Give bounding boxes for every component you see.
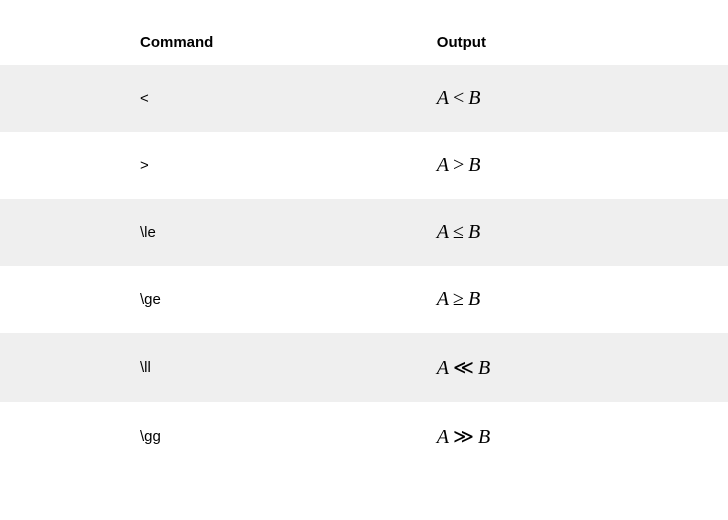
math-var-b: B [468, 288, 480, 310]
output-cell: A≪B [437, 333, 728, 402]
math-var-a: A [437, 87, 449, 109]
math-var-b: B [478, 357, 490, 379]
table-row: \gg A≫B [0, 402, 728, 471]
output-cell: A<B [437, 65, 728, 132]
math-var-b: B [468, 221, 480, 243]
math-operator: ≤ [449, 221, 468, 243]
math-var-a: A [437, 154, 449, 176]
math-operator: ≥ [449, 288, 468, 310]
output-cell: A>B [437, 132, 728, 199]
math-operator: < [449, 87, 468, 109]
table-row: \le A≤B [0, 199, 728, 266]
math-var-b: B [468, 87, 480, 109]
math-var-b: B [478, 426, 490, 448]
math-var-a: A [437, 221, 449, 243]
output-cell: A≤B [437, 199, 728, 266]
math-var-a: A [437, 426, 449, 448]
command-cell: \ll [0, 333, 437, 402]
command-cell: \le [0, 199, 437, 266]
table-body: < A<B > A>B \le A≤B \ge A≥B \ll A≪B \gg … [0, 65, 728, 471]
math-var-b: B [468, 154, 480, 176]
command-cell: > [0, 132, 437, 199]
math-var-a: A [437, 288, 449, 310]
math-operator: ≫ [449, 426, 478, 448]
command-cell: < [0, 65, 437, 132]
command-cell: \gg [0, 402, 437, 471]
header-command: Command [0, 20, 437, 65]
math-operator: > [449, 154, 468, 176]
table-row: < A<B [0, 65, 728, 132]
math-operator: ≪ [449, 357, 478, 379]
output-cell: A≫B [437, 402, 728, 471]
output-cell: A≥B [437, 266, 728, 333]
latex-command-table-container: Command Output < A<B > A>B \le A≤B \ge A… [0, 0, 728, 471]
table-row: > A>B [0, 132, 728, 199]
table-header-row: Command Output [0, 20, 728, 65]
header-output: Output [437, 20, 728, 65]
command-cell: \ge [0, 266, 437, 333]
math-var-a: A [437, 357, 449, 379]
table-row: \ge A≥B [0, 266, 728, 333]
latex-command-table: Command Output < A<B > A>B \le A≤B \ge A… [0, 20, 728, 471]
table-row: \ll A≪B [0, 333, 728, 402]
